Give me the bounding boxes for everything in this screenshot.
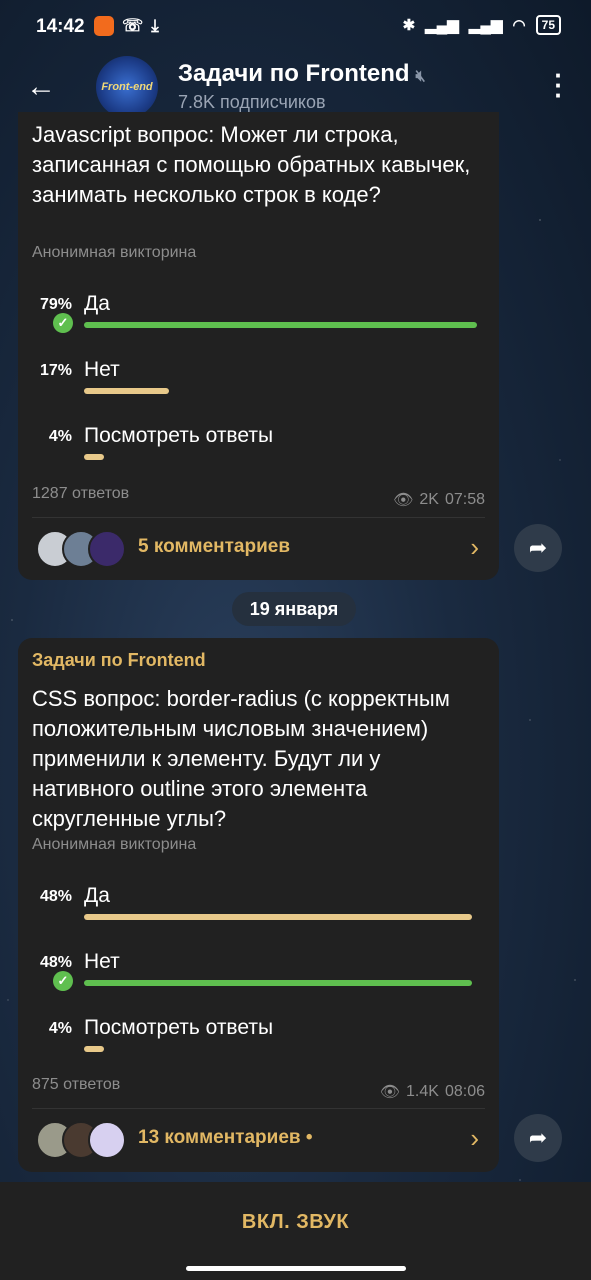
- quiz-type-label: Анонимная викторина: [32, 836, 197, 853]
- home-indicator[interactable]: [186, 1266, 406, 1271]
- mute-icon: 🔇︎: [415, 68, 426, 85]
- post-author[interactable]: Задачи по Frontend: [32, 650, 206, 671]
- option-percent: 48%: [39, 954, 72, 971]
- chevron-right-icon: ›: [470, 1123, 479, 1153]
- download-icon: ⤓: [151, 16, 159, 35]
- status-time: 14:42: [36, 16, 85, 37]
- correct-check-icon: ✓: [53, 313, 73, 333]
- poll-option: 4% Посмотреть ответы: [18, 424, 499, 468]
- message-bubble-1: Javascript вопрос: Может ли строка, запи…: [18, 112, 499, 580]
- poll-option: 4% Посмотреть ответы: [18, 1016, 499, 1060]
- quiz-type-label: Анонимная викторина: [32, 244, 197, 261]
- option-percent: 17%: [39, 362, 72, 379]
- chevron-right-icon: ›: [470, 532, 479, 562]
- back-arrow-icon[interactable]: ←: [26, 70, 56, 104]
- divider: [32, 517, 485, 518]
- option-percent: 4%: [48, 1020, 72, 1037]
- viber-icon: ☏: [122, 16, 144, 35]
- comments-button[interactable]: 13 комментариев • ›: [18, 1115, 499, 1165]
- answer-count: 875 ответов: [32, 1076, 121, 1093]
- option-bar: [84, 1046, 104, 1052]
- commenter-avatar: [88, 1121, 126, 1159]
- option-bar: [84, 388, 169, 394]
- option-bar: [84, 322, 477, 328]
- more-menu-icon[interactable]: · · ·: [554, 62, 563, 108]
- channel-title[interactable]: Задачи по Frontend 🔇︎: [178, 60, 426, 88]
- comments-button[interactable]: 5 комментариев ›: [18, 524, 499, 574]
- comments-label: 5 комментариев: [138, 536, 291, 557]
- bluetooth-icon: ✱: [402, 17, 416, 34]
- message-meta: 👁︎ 2K 07:58: [393, 490, 485, 510]
- wifi-icon: ◠: [512, 17, 526, 34]
- poll-option: 17% Нет: [18, 358, 499, 402]
- bottom-bar: ВКЛ. ЗВУК: [0, 1182, 591, 1280]
- divider: [32, 1108, 485, 1109]
- subscriber-count: 7.8K подписчиков: [178, 92, 326, 112]
- views-icon: 👁︎: [393, 492, 414, 509]
- message-time: 07:58: [444, 491, 485, 508]
- option-bar: [84, 914, 472, 920]
- message-meta: 👁︎ 1.4K 08:06: [380, 1082, 485, 1102]
- share-button[interactable]: ➦: [514, 1114, 562, 1162]
- share-button[interactable]: ➦: [514, 524, 562, 572]
- unmute-button[interactable]: ВКЛ. ЗВУК: [0, 1182, 591, 1262]
- option-label: Нет: [84, 950, 120, 973]
- commenter-avatar: [88, 530, 126, 568]
- option-percent: 79%: [39, 296, 72, 313]
- option-label: Посмотреть ответы: [84, 424, 274, 447]
- quiz-question: CSS вопрос: border-radius (с корректным …: [32, 686, 450, 831]
- quiz-question: Javascript вопрос: Может ли строка, запи…: [32, 122, 471, 207]
- battery-icon: 75: [535, 15, 561, 35]
- option-label: Нет: [84, 358, 120, 381]
- channel-name: Задачи по Frontend: [178, 60, 410, 87]
- option-label: Да: [84, 884, 110, 907]
- option-label: Посмотреть ответы: [84, 1016, 274, 1039]
- status-bar: 14:42 ☏ ⤓ ✱ ▂▄▆ ▂▄▆ ◠ 75: [0, 0, 591, 52]
- signal-icon-2: ▂▄▆: [468, 17, 503, 34]
- view-count: 2K: [419, 491, 439, 508]
- message-time: 08:06: [444, 1083, 485, 1100]
- answer-count: 1287 ответов: [32, 485, 130, 502]
- message-bubble-2: Задачи по Frontend CSS вопрос: border-ra…: [18, 638, 499, 1172]
- poll-option: 48% Да: [18, 884, 499, 928]
- signal-icon: ▂▄▆: [425, 17, 459, 34]
- option-bar: [84, 454, 104, 460]
- channel-avatar[interactable]: Front-end: [96, 56, 158, 118]
- view-count: 1.4K: [406, 1083, 439, 1100]
- option-percent: 48%: [39, 888, 72, 905]
- correct-check-icon: ✓: [53, 971, 73, 991]
- poll-option: 48% Нет ✓: [18, 950, 499, 994]
- poll-option: 79% Да ✓: [18, 292, 499, 336]
- status-right-icons: ✱ ▂▄▆ ▂▄▆ ◠ 75: [403, 15, 561, 35]
- comments-label: 13 комментариев •: [138, 1127, 313, 1148]
- status-left-icons: ☏ ⤓: [94, 16, 159, 36]
- option-label: Да: [84, 292, 110, 315]
- option-bar: [84, 980, 472, 986]
- app-badge-icon: [94, 16, 114, 36]
- date-separator: 19 января: [232, 592, 356, 626]
- avatar-logo-text: Front-end: [101, 81, 153, 93]
- views-icon: 👁︎: [379, 1084, 401, 1101]
- option-percent: 4%: [48, 428, 72, 445]
